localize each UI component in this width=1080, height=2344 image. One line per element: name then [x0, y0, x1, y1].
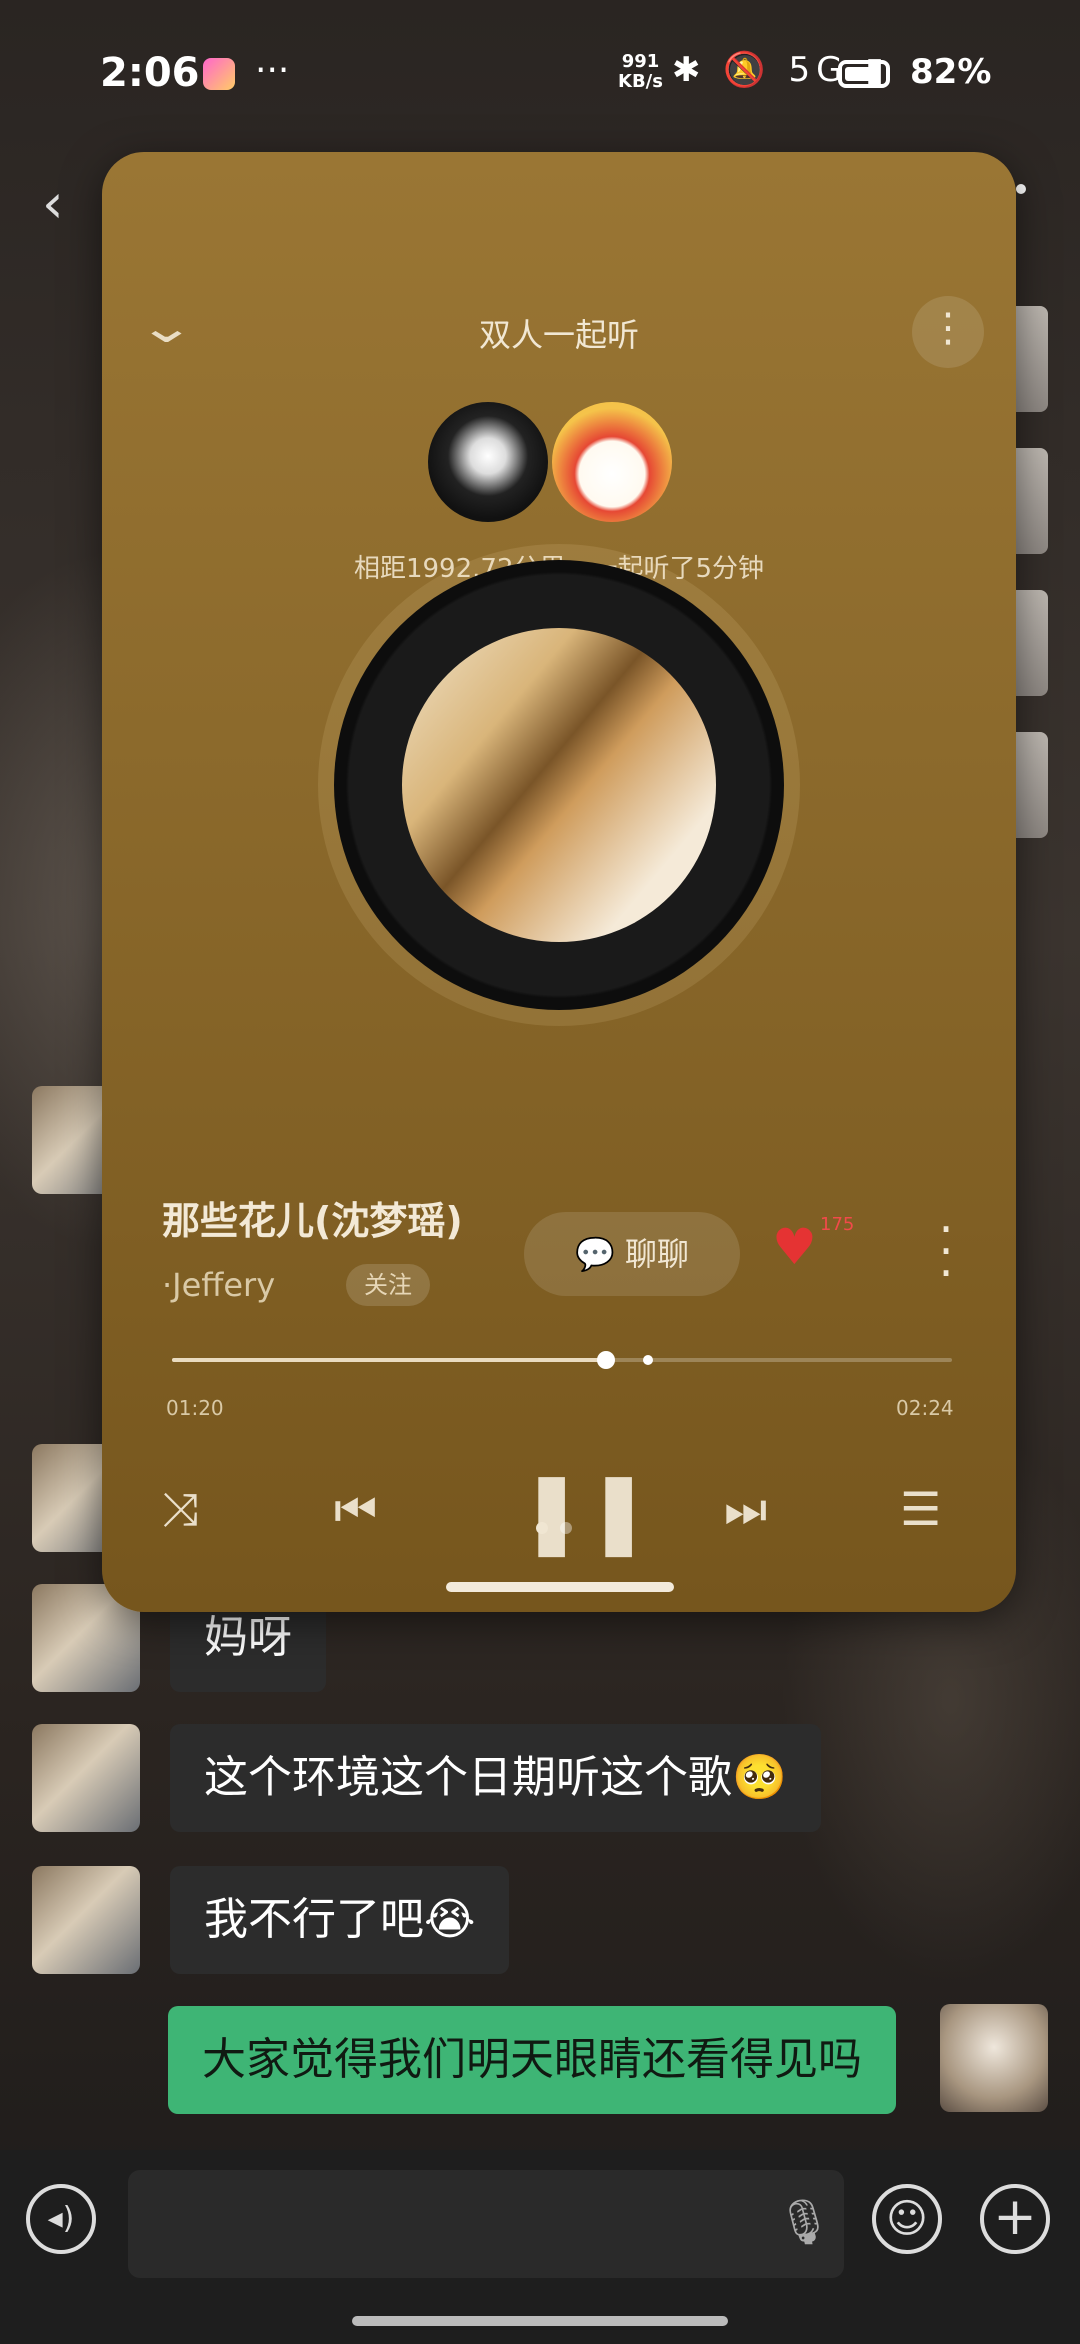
network-speed-value: 991 — [621, 51, 660, 72]
like-count: 175 — [820, 1214, 855, 1235]
voice-input-button[interactable]: ◂) — [26, 2184, 96, 2254]
buffer-marker — [642, 1355, 653, 1365]
total-time: 02:24 — [896, 1396, 954, 1420]
follow-button[interactable]: 关注 — [346, 1264, 430, 1306]
card-more-button[interactable]: ⋮ — [912, 296, 984, 368]
more-notifications-icon: ··· — [255, 50, 290, 91]
chat-more-icon[interactable] — [1016, 184, 1026, 194]
network-speed-unit: KB/s — [618, 71, 663, 92]
card-title: 双人一起听 — [478, 316, 639, 354]
message-bubble[interactable]: 我不行了吧😭 — [170, 1866, 510, 1974]
contact-avatar[interactable] — [32, 1724, 140, 1832]
listener-avatar-2[interactable] — [552, 402, 672, 522]
contact-avatar[interactable] — [32, 1866, 140, 1974]
listen-together-card: ⌄ 双人一起听 ⋮ 相距1992.72公里，一起听了5分钟 那些花儿(沈梦瑶) … — [102, 152, 1016, 1612]
more-actions-button[interactable]: + — [980, 2184, 1050, 2254]
status-time: 2:06 — [100, 50, 200, 96]
my-avatar[interactable] — [940, 2004, 1048, 2112]
current-time: 01:20 — [166, 1396, 224, 1420]
chat-button-label: 聊聊 — [625, 1235, 690, 1273]
chat-button[interactable]: 💬 聊聊 — [524, 1212, 740, 1296]
previous-track-icon[interactable]: ⏮ — [334, 1482, 377, 1539]
app-notification-icon — [203, 58, 235, 90]
battery-percentage: 82% — [910, 52, 992, 92]
song-more-icon[interactable]: · · · — [936, 1206, 956, 1296]
microphone-icon[interactable]: 🎙 — [776, 2196, 832, 2248]
shuffle-icon[interactable]: ⤨ — [162, 1482, 199, 1538]
emoji-button[interactable]: ☺ — [872, 2184, 942, 2254]
home-indicator — [352, 2316, 728, 2326]
listener-avatar-1[interactable] — [428, 402, 548, 522]
playlist-icon[interactable]: ☰ — [900, 1482, 941, 1536]
card-drag-handle[interactable] — [446, 1582, 674, 1592]
next-track-icon[interactable]: ⏭ — [724, 1482, 767, 1539]
progress-thumb[interactable] — [596, 1351, 615, 1369]
battery-icon — [838, 60, 890, 88]
chat-bubble-icon: 💬 — [574, 1235, 625, 1273]
artist-name[interactable]: ·Jeffery — [162, 1266, 275, 1304]
status-bar: 2:06 ··· 991 KB/s ✱ 🔕 5G ▮ 82% — [0, 0, 1080, 150]
page-dot — [560, 1522, 572, 1534]
back-icon[interactable]: ‹ — [42, 172, 64, 235]
message-input[interactable] — [128, 2170, 844, 2278]
album-art[interactable] — [402, 628, 716, 942]
pause-icon[interactable]: ❚❚ — [518, 1464, 652, 1557]
song-title[interactable]: 那些花儿(沈梦瑶) — [162, 1190, 463, 1245]
my-message-bubble[interactable]: 大家觉得我们明天眼睛还看得见吗 — [168, 2006, 896, 2114]
network-speed: 991 KB/s — [618, 52, 663, 92]
like-heart-icon[interactable]: ♥ — [772, 1218, 817, 1276]
progress-fill — [172, 1358, 606, 1362]
page-dot-active — [536, 1522, 548, 1534]
message-bubble[interactable]: 这个环境这个日期听这个歌🥺 — [170, 1724, 821, 1832]
